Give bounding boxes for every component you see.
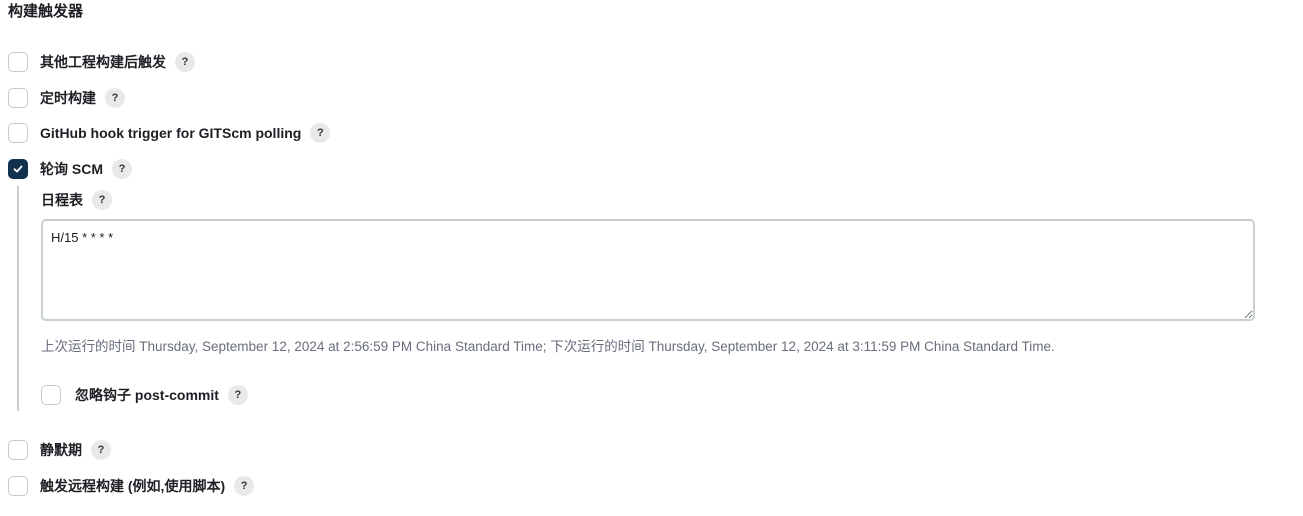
trigger-github-hook[interactable]: GitHub hook trigger for GITScm polling ? xyxy=(8,122,331,144)
schedule-label: 日程表 xyxy=(41,192,83,208)
checkbox[interactable] xyxy=(8,88,28,108)
help-icon[interactable]: ? xyxy=(175,52,195,72)
help-icon[interactable]: ? xyxy=(105,88,125,108)
schedule-label-row: 日程表 ? xyxy=(41,189,112,211)
checkbox[interactable] xyxy=(8,123,28,143)
checkbox-checked[interactable] xyxy=(8,159,28,179)
schedule-input[interactable] xyxy=(41,219,1255,321)
help-icon[interactable]: ? xyxy=(234,476,255,496)
trigger-build-periodically[interactable]: 定时构建 ? xyxy=(8,87,125,109)
nested-section-line xyxy=(17,186,19,411)
trigger-poll-scm[interactable]: 轮询 SCM ? xyxy=(8,158,132,180)
checkbox-label: 触发远程构建 (例如,使用脚本) xyxy=(40,478,226,494)
help-icon[interactable]: ? xyxy=(227,385,248,405)
checkbox[interactable] xyxy=(41,385,61,405)
checkbox[interactable] xyxy=(8,440,28,460)
checkbox[interactable] xyxy=(8,52,28,72)
checkbox[interactable] xyxy=(8,476,28,496)
help-icon[interactable]: ? xyxy=(92,190,112,210)
checkbox-label: 定时构建 xyxy=(40,90,96,106)
schedule-hint: 上次运行的时间 Thursday, September 12, 2024 at … xyxy=(41,339,1055,354)
trigger-remote-build[interactable]: 触发远程构建 (例如,使用脚本) ? xyxy=(8,475,255,497)
checkbox-label: 其他工程构建后触发 xyxy=(40,54,166,70)
checkbox-label: 忽略钩子 post-commit xyxy=(75,387,219,403)
check-icon xyxy=(13,165,23,173)
help-icon[interactable]: ? xyxy=(91,440,111,460)
checkbox-label: GitHub hook trigger for GITScm polling xyxy=(40,125,302,141)
help-icon[interactable]: ? xyxy=(112,159,132,179)
ignore-post-commit[interactable]: 忽略钩子 post-commit ? xyxy=(41,384,248,406)
trigger-build-after-other-projects[interactable]: 其他工程构建后触发 ? xyxy=(8,51,195,73)
trigger-quiet-period[interactable]: 静默期 ? xyxy=(8,439,111,461)
checkbox-label: 轮询 SCM xyxy=(40,161,103,177)
help-icon[interactable]: ? xyxy=(310,123,331,143)
section-title: 构建触发器 xyxy=(8,3,84,20)
checkbox-label: 静默期 xyxy=(40,442,82,458)
